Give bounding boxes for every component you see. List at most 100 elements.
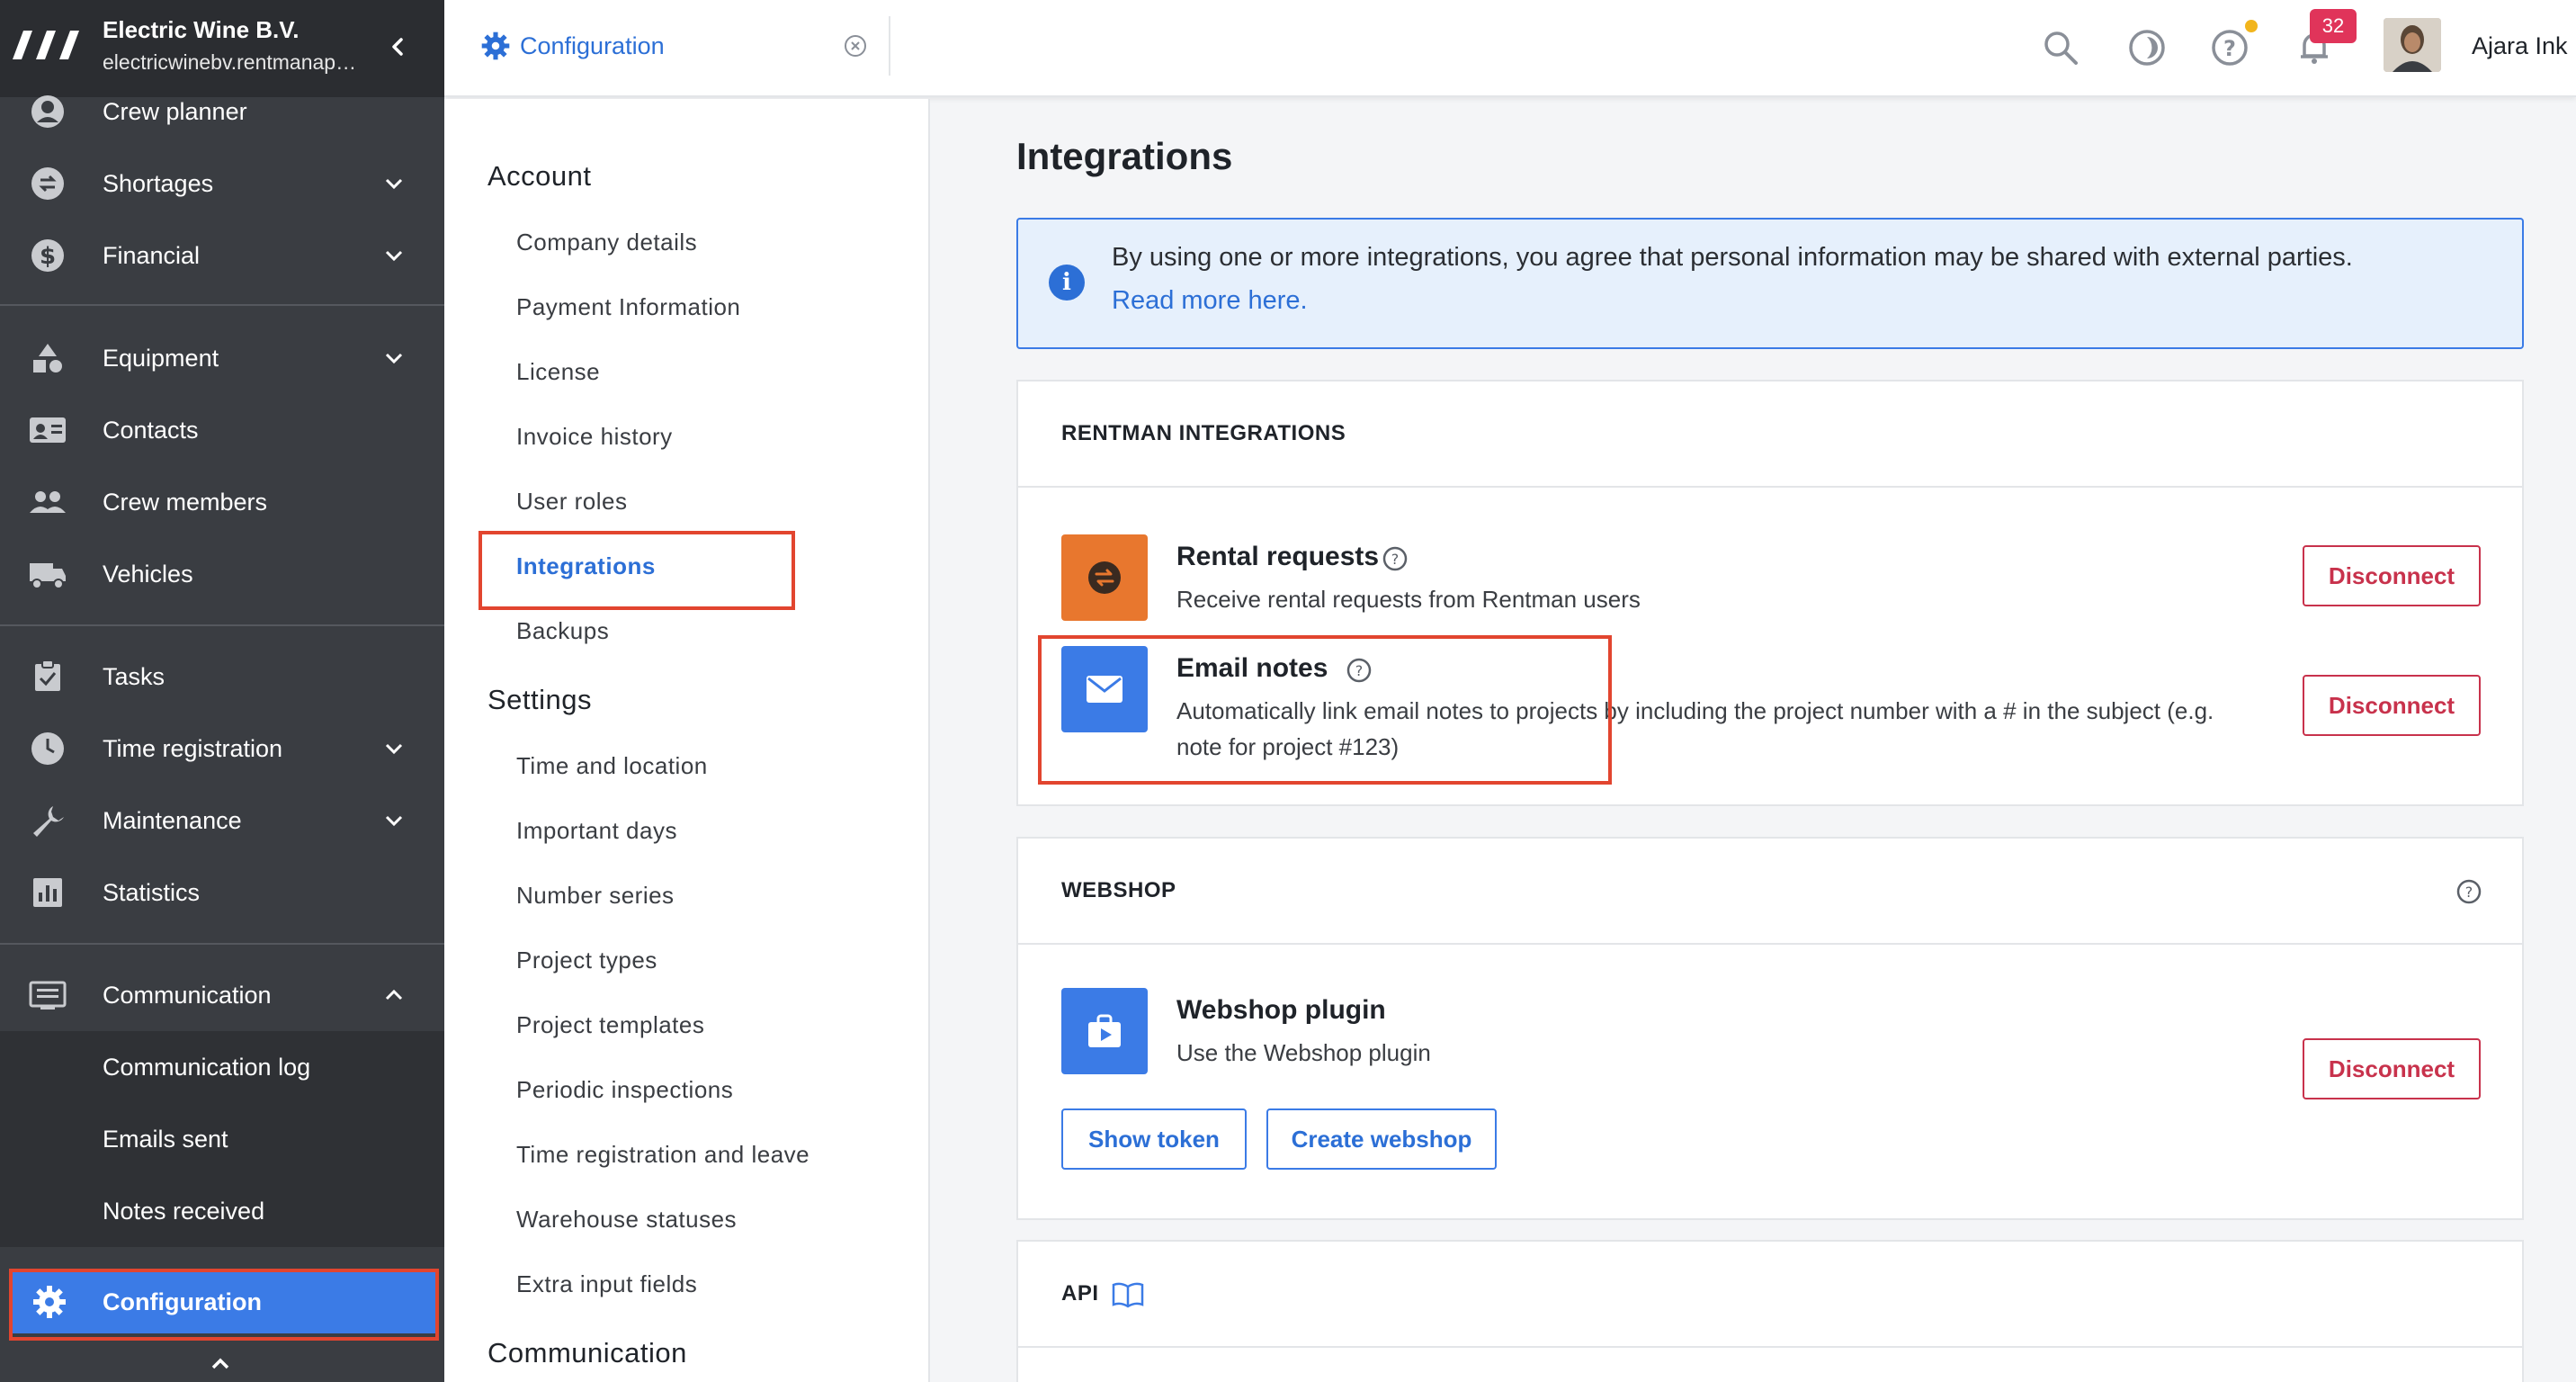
read-more-link[interactable]: Read more here.: [1112, 286, 1308, 316]
user-name[interactable]: Ajara Ink: [2472, 32, 2568, 60]
subnav-item-extra-input-fields[interactable]: Extra input fields: [516, 1270, 697, 1298]
chevron-down-icon: [385, 743, 403, 755]
rentman-logo: [13, 31, 79, 59]
card-header: RENTMAN INTEGRATIONS: [1018, 381, 2522, 488]
sidebar-item-crew-members[interactable]: Crew members: [0, 466, 444, 538]
gear-icon: [481, 31, 510, 60]
page-title: Integrations: [1016, 135, 1233, 177]
sidebar-item-communication[interactable]: Communication: [0, 959, 444, 1031]
tab-configuration[interactable]: Configuration: [444, 0, 889, 95]
sidebar-item-vehicles[interactable]: Vehicles: [0, 538, 444, 610]
chevron-down-icon: [385, 178, 403, 190]
scroll-up-icon[interactable]: [207, 1350, 234, 1377]
chevron-up-icon: [385, 989, 403, 1001]
disconnect-rental-requests-button[interactable]: Disconnect: [2303, 545, 2481, 606]
info-banner: i By using one or more integrations, you…: [1016, 218, 2524, 349]
sidebar-subitem-emails-sent[interactable]: Emails sent: [0, 1103, 444, 1175]
chevron-down-icon: [385, 815, 403, 827]
sidebar-item-label: Maintenance: [103, 806, 242, 834]
create-webshop-button[interactable]: Create webshop: [1266, 1108, 1497, 1170]
webshop-card: WEBSHOP ? Webshop plugin Use the Webshop…: [1016, 837, 2524, 1220]
sidebar-item-tasks[interactable]: Tasks: [0, 641, 444, 713]
help-icon[interactable]: ?: [1382, 545, 1409, 572]
top-bar: Configuration ? 32 Ajara Ink: [444, 0, 2576, 97]
subnav-heading-settings: Settings: [487, 684, 593, 715]
truck-icon: [27, 553, 68, 595]
sidebar-item-label: Statistics: [103, 878, 201, 906]
sidebar-item-label: Crew planner: [103, 97, 247, 125]
help-indicator-dot: [2245, 20, 2258, 32]
subnav-item-important-days[interactable]: Important days: [516, 817, 677, 845]
book-icon[interactable]: [1112, 1281, 1144, 1308]
subnav-item-project-types[interactable]: Project types: [516, 947, 657, 974]
sidebar-subitem-label: Emails sent: [103, 1125, 228, 1153]
communication-submenu: Communication log Emails sent Notes rece…: [0, 1031, 444, 1247]
main-sidebar: Electric Wine B.V. electricwinebv.rentma…: [0, 0, 444, 1382]
subnav-heading-communication: Communication: [487, 1337, 687, 1369]
svg-text:$: $: [40, 243, 56, 270]
sidebar-item-label: Financial: [103, 241, 201, 269]
sidebar-item-shortages[interactable]: Shortages: [0, 148, 444, 220]
subnav-item-time-registration-and-leave[interactable]: Time registration and leave: [516, 1141, 809, 1169]
highlight-outline: [1038, 635, 1612, 785]
clock-icon: [27, 728, 68, 769]
equipment-icon: [27, 337, 68, 379]
integration-name: Rental requests: [1176, 542, 1380, 571]
subnav-heading-account: Account: [487, 160, 592, 192]
sidebar-item-label: Contacts: [103, 416, 199, 444]
sidebar-item-time-registration[interactable]: Time registration: [0, 713, 444, 785]
sidebar-item-maintenance[interactable]: Maintenance: [0, 785, 444, 857]
subnav-item-invoice-history[interactable]: Invoice history: [516, 423, 673, 451]
subnav-item-project-templates[interactable]: Project templates: [516, 1011, 704, 1039]
svg-text:?: ?: [2223, 36, 2236, 61]
sidebar-subitem-communication-log[interactable]: Communication log: [0, 1031, 444, 1103]
collapse-sidebar-icon[interactable]: [385, 31, 410, 63]
highlight-outline: [9, 1269, 439, 1341]
rental-requests-icon: [1061, 534, 1148, 621]
show-token-button[interactable]: Show token: [1061, 1108, 1247, 1170]
subnav-item-company-details[interactable]: Company details: [516, 229, 697, 256]
tasks-icon: [27, 656, 68, 697]
integration-description: Use the Webshop plugin: [1176, 1039, 1431, 1066]
sidebar-subitem-label: Notes received: [103, 1197, 265, 1225]
info-banner-text: By using one or more integrations, you a…: [1112, 243, 2353, 272]
sidebar-item-financial[interactable]: $ Financial: [0, 220, 444, 292]
subnav-item-number-series[interactable]: Number series: [516, 882, 675, 910]
company-name: Electric Wine B.V.: [103, 16, 300, 43]
card-title: WEBSHOP: [1061, 878, 1176, 902]
sidebar-divider: [0, 943, 444, 945]
sidebar-item-label: Equipment: [103, 344, 219, 372]
avatar[interactable]: [2384, 18, 2441, 72]
sidebar-item-crew-planner[interactable]: Crew planner: [0, 76, 444, 148]
chevron-down-icon: [385, 250, 403, 262]
communication-icon: [27, 974, 68, 1016]
subnav-item-warehouse-statuses[interactable]: Warehouse statuses: [516, 1206, 737, 1234]
card-header: WEBSHOP ?: [1018, 839, 2522, 945]
sidebar-item-contacts[interactable]: Contacts: [0, 394, 444, 466]
disconnect-webshop-button[interactable]: Disconnect: [2303, 1038, 2481, 1099]
subnav-item-backups[interactable]: Backups: [516, 617, 609, 645]
help-icon[interactable]: ?: [2209, 27, 2250, 68]
subnav-item-payment-information[interactable]: Payment Information: [516, 293, 740, 321]
sidebar-item-label: Tasks: [103, 662, 165, 690]
sidebar-subitem-notes-received[interactable]: Notes received: [0, 1175, 444, 1247]
subnav-item-time-and-location[interactable]: Time and location: [516, 752, 708, 780]
subnav-item-license[interactable]: License: [516, 358, 600, 386]
close-tab-icon[interactable]: [844, 34, 867, 58]
chevron-down-icon: [385, 353, 403, 364]
shortages-icon: [27, 163, 68, 204]
subnav-item-periodic-inspections[interactable]: Periodic inspections: [516, 1076, 733, 1104]
webshop-plugin-icon: [1061, 988, 1148, 1074]
disconnect-email-notes-button[interactable]: Disconnect: [2303, 675, 2481, 736]
sidebar-item-equipment[interactable]: Equipment: [0, 322, 444, 394]
sidebar-item-label: Communication: [103, 981, 272, 1009]
subnav-item-user-roles[interactable]: User roles: [516, 488, 627, 516]
card-title: API: [1061, 1281, 1099, 1306]
help-icon[interactable]: ?: [2455, 878, 2482, 905]
theme-toggle-icon[interactable]: [2126, 27, 2168, 68]
search-icon[interactable]: [2040, 27, 2081, 68]
integration-description: Receive rental requests from Rentman use…: [1176, 586, 1641, 613]
svg-text:?: ?: [1391, 551, 1400, 568]
configuration-subnav: Account Company details Payment Informat…: [444, 99, 930, 1382]
sidebar-item-statistics[interactable]: Statistics: [0, 857, 444, 929]
